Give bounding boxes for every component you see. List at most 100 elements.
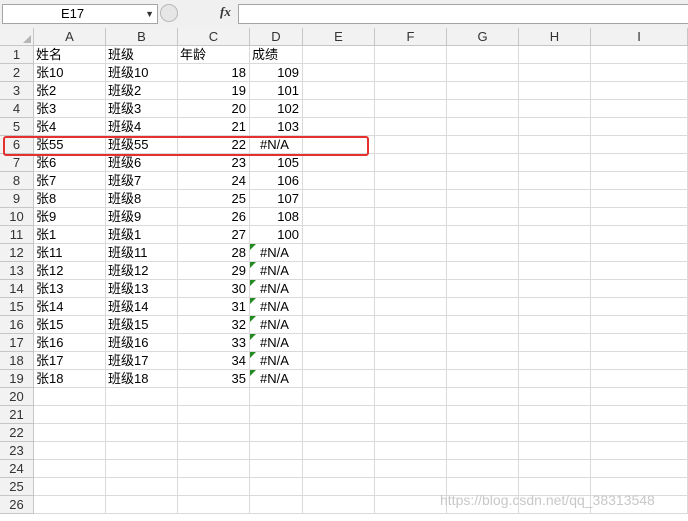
- row-header-4[interactable]: 4: [0, 100, 34, 118]
- cell-h7[interactable]: [519, 154, 591, 172]
- cell-i10[interactable]: [591, 208, 688, 226]
- cell-e17[interactable]: [303, 334, 375, 352]
- cell-b10[interactable]: 班级9: [106, 208, 178, 226]
- cell-d23[interactable]: [250, 442, 303, 460]
- cell-a14[interactable]: 张13: [34, 280, 106, 298]
- cell-d16[interactable]: #N/A: [250, 316, 303, 334]
- cell-e11[interactable]: [303, 226, 375, 244]
- cell-g13[interactable]: [447, 262, 519, 280]
- cell-h19[interactable]: [519, 370, 591, 388]
- cell-e22[interactable]: [303, 424, 375, 442]
- cell-c8[interactable]: 24: [178, 172, 250, 190]
- cell-i6[interactable]: [591, 136, 688, 154]
- cell-f10[interactable]: [375, 208, 447, 226]
- cell-g9[interactable]: [447, 190, 519, 208]
- cell-i23[interactable]: [591, 442, 688, 460]
- error-indicator-icon[interactable]: [250, 262, 256, 268]
- cell-f20[interactable]: [375, 388, 447, 406]
- cell-a8[interactable]: 张7: [34, 172, 106, 190]
- column-header-f[interactable]: F: [375, 28, 447, 46]
- row-header-11[interactable]: 11: [0, 226, 34, 244]
- cell-b13[interactable]: 班级12: [106, 262, 178, 280]
- cell-b15[interactable]: 班级14: [106, 298, 178, 316]
- cell-f4[interactable]: [375, 100, 447, 118]
- row-header-19[interactable]: 19: [0, 370, 34, 388]
- cell-c20[interactable]: [178, 388, 250, 406]
- cell-d10[interactable]: 108: [250, 208, 303, 226]
- cell-a4[interactable]: 张3: [34, 100, 106, 118]
- cell-a12[interactable]: 张11: [34, 244, 106, 262]
- cell-b23[interactable]: [106, 442, 178, 460]
- cell-h17[interactable]: [519, 334, 591, 352]
- cell-g2[interactable]: [447, 64, 519, 82]
- cell-f7[interactable]: [375, 154, 447, 172]
- cell-f15[interactable]: [375, 298, 447, 316]
- cell-d4[interactable]: 102: [250, 100, 303, 118]
- cell-h15[interactable]: [519, 298, 591, 316]
- cell-i20[interactable]: [591, 388, 688, 406]
- cell-f12[interactable]: [375, 244, 447, 262]
- cell-g21[interactable]: [447, 406, 519, 424]
- cell-g11[interactable]: [447, 226, 519, 244]
- cell-c21[interactable]: [178, 406, 250, 424]
- cell-d11[interactable]: 100: [250, 226, 303, 244]
- cell-h3[interactable]: [519, 82, 591, 100]
- cell-c7[interactable]: 23: [178, 154, 250, 172]
- cell-f5[interactable]: [375, 118, 447, 136]
- cell-c5[interactable]: 21: [178, 118, 250, 136]
- cell-i21[interactable]: [591, 406, 688, 424]
- cell-g14[interactable]: [447, 280, 519, 298]
- column-header-c[interactable]: C: [178, 28, 250, 46]
- cell-g1[interactable]: [447, 46, 519, 64]
- cell-d1[interactable]: 成绩: [250, 46, 303, 64]
- cell-i18[interactable]: [591, 352, 688, 370]
- cell-e18[interactable]: [303, 352, 375, 370]
- cell-i9[interactable]: [591, 190, 688, 208]
- cell-h14[interactable]: [519, 280, 591, 298]
- cell-a25[interactable]: [34, 478, 106, 496]
- cell-e4[interactable]: [303, 100, 375, 118]
- row-header-9[interactable]: 9: [0, 190, 34, 208]
- cell-d26[interactable]: [250, 496, 303, 514]
- cell-g15[interactable]: [447, 298, 519, 316]
- cell-a9[interactable]: 张8: [34, 190, 106, 208]
- cell-c10[interactable]: 26: [178, 208, 250, 226]
- cell-g22[interactable]: [447, 424, 519, 442]
- cell-g12[interactable]: [447, 244, 519, 262]
- cell-a16[interactable]: 张15: [34, 316, 106, 334]
- error-indicator-icon[interactable]: [250, 280, 256, 286]
- cell-i19[interactable]: [591, 370, 688, 388]
- cell-h11[interactable]: [519, 226, 591, 244]
- cell-i7[interactable]: [591, 154, 688, 172]
- cell-i5[interactable]: [591, 118, 688, 136]
- cell-c26[interactable]: [178, 496, 250, 514]
- cell-c16[interactable]: 32: [178, 316, 250, 334]
- cell-i13[interactable]: [591, 262, 688, 280]
- formula-input[interactable]: [238, 4, 688, 24]
- cell-b11[interactable]: 班级1: [106, 226, 178, 244]
- cell-h18[interactable]: [519, 352, 591, 370]
- row-header-2[interactable]: 2: [0, 64, 34, 82]
- row-header-18[interactable]: 18: [0, 352, 34, 370]
- cell-b4[interactable]: 班级3: [106, 100, 178, 118]
- column-header-d[interactable]: D: [250, 28, 303, 46]
- cell-e5[interactable]: [303, 118, 375, 136]
- cell-f22[interactable]: [375, 424, 447, 442]
- cell-b14[interactable]: 班级13: [106, 280, 178, 298]
- cell-d5[interactable]: 103: [250, 118, 303, 136]
- cell-a20[interactable]: [34, 388, 106, 406]
- cell-a23[interactable]: [34, 442, 106, 460]
- cell-e8[interactable]: [303, 172, 375, 190]
- row-header-13[interactable]: 13: [0, 262, 34, 280]
- column-header-i[interactable]: I: [591, 28, 688, 46]
- cell-b21[interactable]: [106, 406, 178, 424]
- cell-g20[interactable]: [447, 388, 519, 406]
- cell-g6[interactable]: [447, 136, 519, 154]
- cell-c24[interactable]: [178, 460, 250, 478]
- row-header-22[interactable]: 22: [0, 424, 34, 442]
- cell-d22[interactable]: [250, 424, 303, 442]
- cell-f26[interactable]: [375, 496, 447, 514]
- cell-d21[interactable]: [250, 406, 303, 424]
- cell-h9[interactable]: [519, 190, 591, 208]
- cell-i15[interactable]: [591, 298, 688, 316]
